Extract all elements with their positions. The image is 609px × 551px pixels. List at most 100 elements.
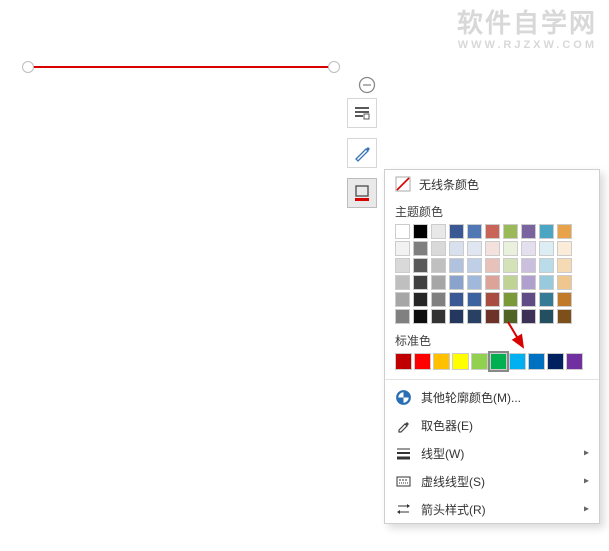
- standard-swatch[interactable]: [452, 353, 469, 370]
- theme-swatch[interactable]: [395, 275, 410, 290]
- theme-swatch[interactable]: [557, 241, 572, 256]
- theme-swatch[interactable]: [539, 309, 554, 324]
- theme-swatch[interactable]: [395, 224, 410, 239]
- theme-swatch[interactable]: [449, 258, 464, 273]
- theme-swatch[interactable]: [395, 292, 410, 307]
- theme-swatch[interactable]: [449, 224, 464, 239]
- theme-swatch[interactable]: [503, 224, 518, 239]
- theme-swatch[interactable]: [467, 292, 482, 307]
- standard-swatch[interactable]: [547, 353, 564, 370]
- theme-swatch[interactable]: [449, 292, 464, 307]
- arrow-style-item[interactable]: 箭头样式(R) ▸: [385, 495, 599, 523]
- theme-swatch[interactable]: [485, 241, 500, 256]
- theme-swatch[interactable]: [521, 309, 536, 324]
- theme-swatch[interactable]: [431, 309, 446, 324]
- theme-swatch[interactable]: [521, 292, 536, 307]
- theme-swatch[interactable]: [539, 275, 554, 290]
- theme-swatch[interactable]: [521, 241, 536, 256]
- standard-swatch[interactable]: [566, 353, 583, 370]
- theme-swatch[interactable]: [557, 275, 572, 290]
- no-line-color-option[interactable]: 无线条颜色: [385, 170, 599, 198]
- watermark-title: 软件自学网: [457, 8, 597, 39]
- theme-swatch[interactable]: [449, 241, 464, 256]
- layout-icon: [354, 105, 370, 121]
- theme-swatch[interactable]: [503, 241, 518, 256]
- theme-swatch[interactable]: [521, 258, 536, 273]
- line-handle-end[interactable]: [328, 61, 340, 73]
- standard-swatch[interactable]: [528, 353, 545, 370]
- theme-swatch[interactable]: [413, 292, 428, 307]
- theme-swatch[interactable]: [557, 309, 572, 324]
- theme-swatch[interactable]: [485, 292, 500, 307]
- theme-swatch[interactable]: [395, 241, 410, 256]
- eyedropper-label: 取色器(E): [421, 417, 473, 434]
- theme-swatch[interactable]: [413, 258, 428, 273]
- theme-swatch[interactable]: [413, 224, 428, 239]
- theme-swatch[interactable]: [521, 224, 536, 239]
- theme-swatch[interactable]: [557, 292, 572, 307]
- theme-swatch[interactable]: [539, 224, 554, 239]
- eyedropper-icon: [395, 417, 411, 433]
- standard-swatch[interactable]: [433, 353, 450, 370]
- selected-line-shape[interactable]: [27, 60, 335, 74]
- theme-swatch[interactable]: [485, 309, 500, 324]
- theme-swatch[interactable]: [503, 258, 518, 273]
- outline-color-panel: 无线条颜色 主题颜色 标准色 其他轮廓颜色(M)... 取色器(E) 线型(W)…: [384, 169, 600, 524]
- line-handle-start[interactable]: [22, 61, 34, 73]
- arrow-style-icon: [395, 501, 411, 517]
- editor-canvas[interactable]: 无线条颜色 主题颜色 标准色 其他轮廓颜色(M)... 取色器(E) 线型(W)…: [0, 0, 609, 551]
- shape-outline-button[interactable]: [347, 178, 377, 208]
- theme-swatch[interactable]: [467, 224, 482, 239]
- theme-swatch[interactable]: [395, 309, 410, 324]
- theme-swatch[interactable]: [467, 275, 482, 290]
- dash-style-label: 虚线线型(S): [421, 473, 485, 490]
- collapse-button[interactable]: [352, 70, 382, 100]
- line-weight-item[interactable]: 线型(W) ▸: [385, 439, 599, 467]
- theme-swatch[interactable]: [539, 241, 554, 256]
- no-line-label: 无线条颜色: [419, 176, 479, 193]
- theme-swatch[interactable]: [395, 258, 410, 273]
- theme-swatch[interactable]: [503, 309, 518, 324]
- theme-swatch[interactable]: [467, 258, 482, 273]
- theme-swatch[interactable]: [467, 309, 482, 324]
- eyedropper-item[interactable]: 取色器(E): [385, 411, 599, 439]
- theme-swatch[interactable]: [485, 224, 500, 239]
- dash-style-item[interactable]: 虚线线型(S) ▸: [385, 467, 599, 495]
- theme-swatch[interactable]: [413, 309, 428, 324]
- theme-swatch[interactable]: [467, 241, 482, 256]
- format-painter-button[interactable]: [347, 138, 377, 168]
- theme-swatch[interactable]: [431, 292, 446, 307]
- theme-swatch[interactable]: [485, 258, 500, 273]
- watermark-url: WWW.RJZXW.COM: [457, 39, 597, 52]
- line-stroke: [27, 66, 335, 68]
- theme-swatch[interactable]: [431, 224, 446, 239]
- standard-swatch[interactable]: [414, 353, 431, 370]
- theme-swatch[interactable]: [539, 292, 554, 307]
- theme-swatch[interactable]: [539, 258, 554, 273]
- standard-swatch[interactable]: [471, 353, 488, 370]
- theme-swatch[interactable]: [557, 258, 572, 273]
- chevron-right-icon: ▸: [584, 476, 589, 487]
- theme-swatch[interactable]: [503, 275, 518, 290]
- theme-swatch[interactable]: [449, 309, 464, 324]
- theme-swatch[interactable]: [521, 275, 536, 290]
- theme-swatch[interactable]: [431, 241, 446, 256]
- standard-swatch[interactable]: [490, 353, 507, 370]
- theme-swatch[interactable]: [557, 224, 572, 239]
- theme-swatch[interactable]: [485, 275, 500, 290]
- line-weight-icon: [395, 445, 411, 461]
- theme-swatch[interactable]: [431, 275, 446, 290]
- theme-swatch[interactable]: [413, 241, 428, 256]
- theme-swatch[interactable]: [431, 258, 446, 273]
- theme-swatch[interactable]: [449, 275, 464, 290]
- more-outline-colors-item[interactable]: 其他轮廓颜色(M)...: [385, 383, 599, 411]
- standard-swatch[interactable]: [395, 353, 412, 370]
- line-weight-label: 线型(W): [421, 445, 464, 462]
- standard-colors-title: 标准色: [385, 332, 599, 353]
- minus-circle-icon: [358, 76, 376, 94]
- theme-swatch[interactable]: [413, 275, 428, 290]
- theme-swatch[interactable]: [503, 292, 518, 307]
- standard-swatch[interactable]: [509, 353, 526, 370]
- layout-options-button[interactable]: [347, 98, 377, 128]
- more-colors-label: 其他轮廓颜色(M)...: [421, 389, 521, 406]
